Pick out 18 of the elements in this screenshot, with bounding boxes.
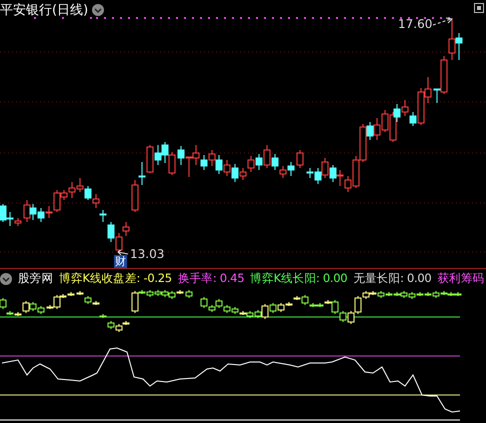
price-label: 17.60 [398,17,432,31]
price-label: 13.03 [130,247,164,261]
indicator-reading: 获利筹码 [437,271,484,286]
indicator-name: 股旁网 [18,271,54,286]
indicator-reading: 博弈K线收盘差: -0.25 [59,271,172,286]
chevron-down-icon[interactable] [0,272,12,284]
event-tag[interactable]: 财 [114,255,127,268]
indicator-reading: 无量长阳: 0.00 [353,271,432,286]
candlestick [296,150,304,168]
arrow-icon [432,17,454,27]
indicator-reading: 换手率: 0.45 [178,271,244,286]
arrow-icon [117,250,129,258]
indicator-reading: 博弈K线长阳: 0.00 [250,271,348,286]
chevron-down-icon[interactable] [92,4,104,16]
chart-title: 平安银行(日线) [0,2,88,19]
square-icon[interactable] [474,3,484,13]
indicator-candle [100,314,106,318]
indicator-candle [186,290,192,298]
